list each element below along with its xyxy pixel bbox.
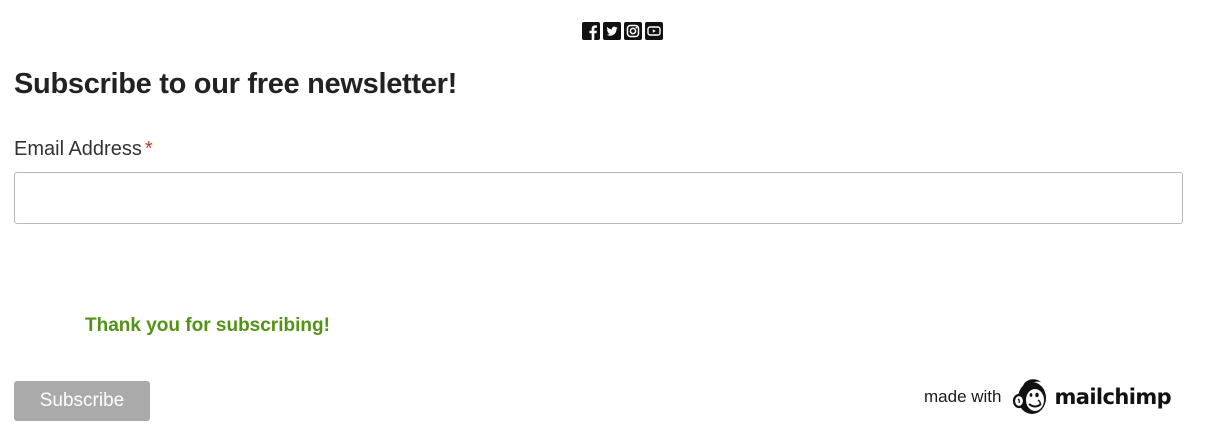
- mailchimp-logo-icon: [1013, 379, 1047, 414]
- newsletter-heading: Subscribe to our free newsletter!: [14, 68, 457, 100]
- email-input[interactable]: [14, 172, 1183, 224]
- success-message: Thank you for subscribing!: [85, 315, 330, 336]
- instagram-icon[interactable]: [624, 22, 642, 40]
- required-marker: *: [144, 138, 153, 160]
- twitter-icon[interactable]: [603, 22, 621, 40]
- email-label-text: Email Address: [14, 138, 142, 160]
- made-with-text: made with: [924, 387, 1002, 406]
- mailchimp-wordmark: mailchimp: [1054, 385, 1172, 409]
- social-links: [582, 22, 663, 40]
- subscribe-button[interactable]: Subscribe: [14, 381, 150, 421]
- email-label: Email Address *: [14, 138, 153, 161]
- mailchimp-badge[interactable]: made with mailchimp: [924, 376, 1172, 418]
- youtube-icon[interactable]: [645, 22, 663, 40]
- facebook-icon[interactable]: [582, 22, 600, 40]
